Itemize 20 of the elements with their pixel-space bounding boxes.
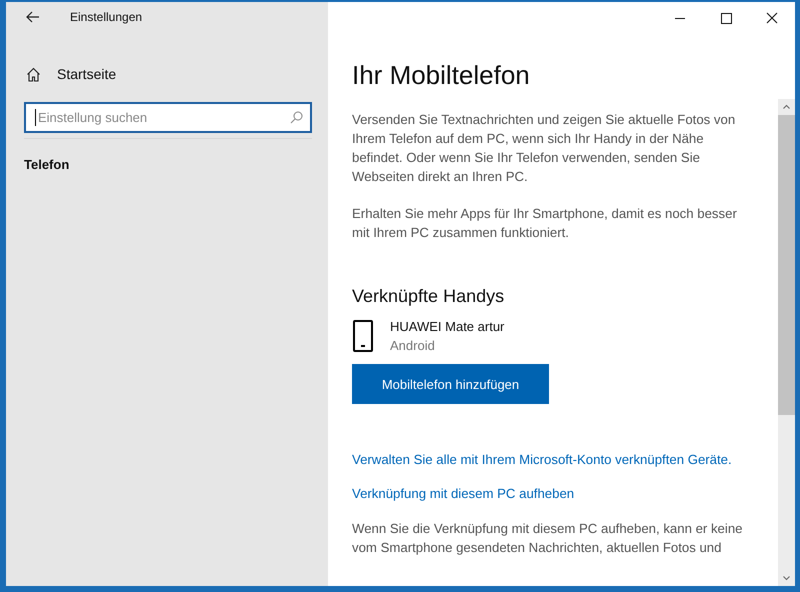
device-name: HUAWEI Mate artur [390, 318, 504, 336]
page-title: Ihr Mobiltelefon [352, 59, 531, 92]
window-title: Einstellungen [70, 10, 142, 24]
add-phone-button[interactable]: Mobiltelefon hinzufügen [352, 364, 549, 404]
device-os: Android [390, 337, 436, 355]
description-text: Wenn Sie die Verknüpfung mit diesem PC aufheben, kann er keine vom Smartphone gesendeten Nachrichten, aktuellen Fotos und [352, 520, 744, 557]
search-icon [290, 111, 303, 124]
phone-icon [353, 320, 373, 352]
home-icon [26, 66, 41, 82]
description-text: Versenden Sie Textnachrichten und zeigen Sie aktuelle Fotos von Ihrem Telefon auf dem PC, wenn sich Ihr Handy in der Nähe befindet. Oder wenn Sie Ihr Telefon verwenden, senden Sie Webseiten direkt an Ihren PC. [352, 111, 736, 186]
description-text: Erhalten Sie mehr Apps für Ihr Smartphone, damit es noch besser mit Ihrem PC zusammen funktioniert. [352, 205, 738, 242]
search-field[interactable]: Einstellung suchen [24, 102, 312, 133]
section-heading: Verknüpfte Handys [352, 286, 506, 307]
scrollbar-thumb[interactable] [778, 115, 795, 415]
home-link[interactable]: Startseite [57, 66, 116, 82]
link[interactable]: Verwalten Sie alle mit Ihrem Microsoft-Konto verknüpften Geräte. [352, 452, 778, 467]
link[interactable]: Verknüpfung mit diesem PC aufheben [352, 486, 778, 501]
section-heading: Telefon [24, 157, 70, 172]
scrollbar[interactable] [778, 99, 795, 586]
back-icon[interactable] [26, 11, 40, 23]
